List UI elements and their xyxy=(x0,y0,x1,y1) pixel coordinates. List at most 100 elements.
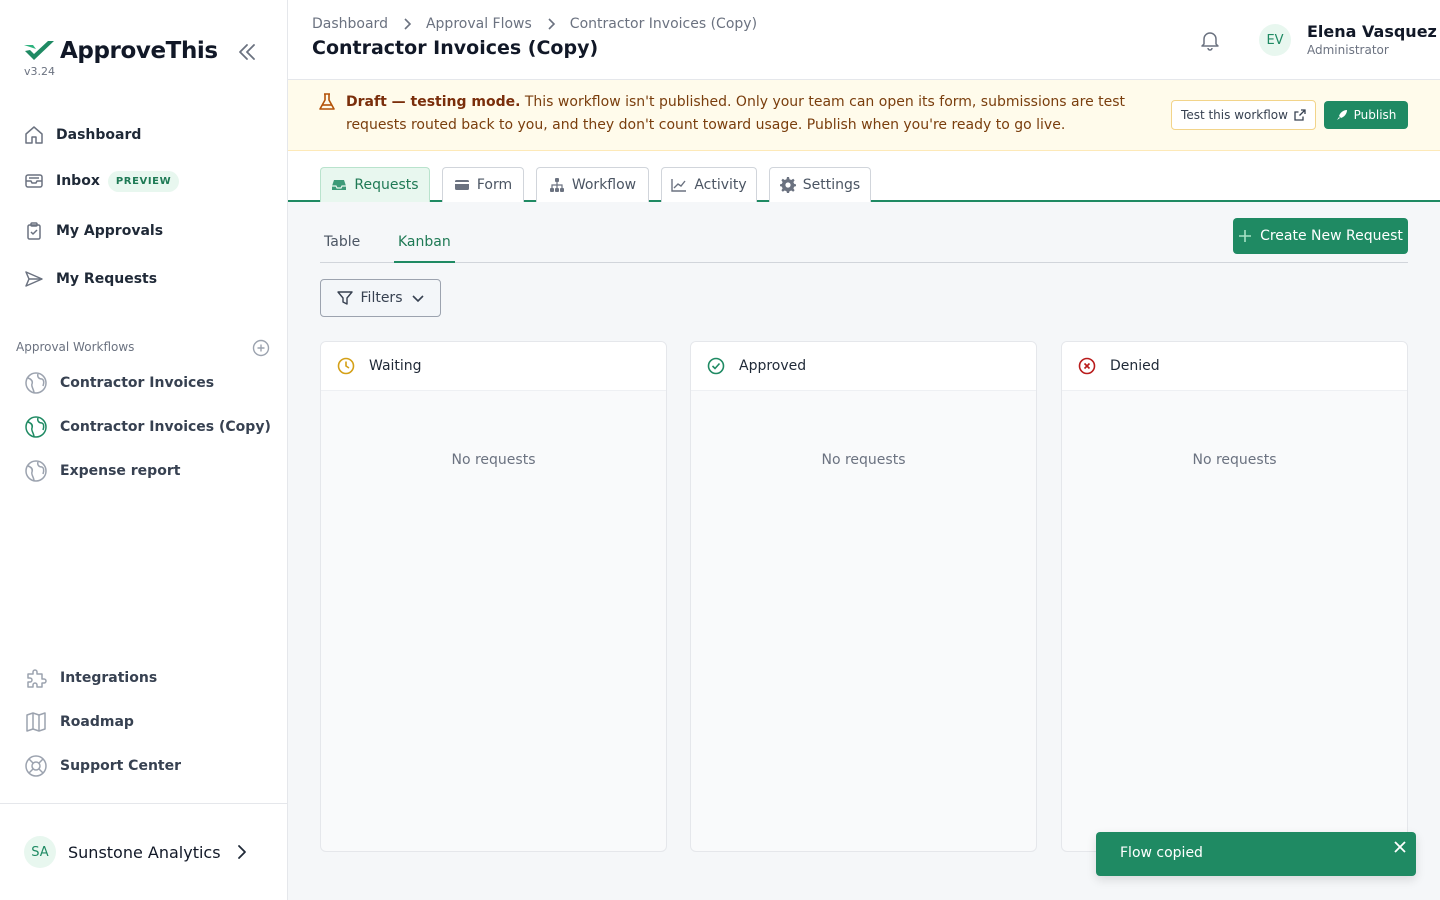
nav-label: My Approvals xyxy=(56,223,164,239)
workflow-item-contractor-invoices[interactable]: Contractor Invoices xyxy=(24,370,214,396)
create-label: Create New Request xyxy=(1260,228,1403,244)
globe-icon xyxy=(25,416,47,438)
nav-label: Integrations xyxy=(60,670,158,686)
column-title: Approved xyxy=(739,358,807,374)
brand-logo[interactable]: ApproveThis xyxy=(24,38,218,64)
external-link-icon xyxy=(1294,109,1306,121)
filters-label: Filters xyxy=(360,290,403,306)
nav-inbox[interactable]: Inbox PREVIEW xyxy=(24,169,180,193)
chevron-right-icon xyxy=(237,845,246,859)
chart-line-icon xyxy=(671,179,687,192)
top-header: Dashboard Approval Flows Contractor Invo… xyxy=(288,0,1440,80)
nav-support-center[interactable]: Support Center xyxy=(24,753,181,779)
empty-state: No requests xyxy=(1192,452,1277,468)
workflows-section-label: Approval Workflows xyxy=(16,340,135,354)
sidebar: ApproveThis v3.24 Dashboard Inbox PREVIE… xyxy=(0,0,288,900)
breadcrumb: Dashboard Approval Flows Contractor Invo… xyxy=(312,16,757,32)
nav-my-requests[interactable]: My Requests xyxy=(24,267,157,291)
breadcrumb-dashboard[interactable]: Dashboard xyxy=(312,16,388,32)
org-name: Sunstone Analytics xyxy=(68,842,221,862)
breadcrumb-approval-flows[interactable]: Approval Flows xyxy=(426,16,532,32)
tab-activity[interactable]: Activity xyxy=(661,167,757,202)
x-circle-icon xyxy=(1078,357,1096,375)
rocket-icon xyxy=(1336,110,1347,120)
map-icon xyxy=(26,712,46,732)
user-name[interactable]: Elena Vasquez xyxy=(1307,22,1437,41)
nav-label: Support Center xyxy=(60,758,182,774)
nav-integrations[interactable]: Integrations xyxy=(24,665,157,691)
test-workflow-label: Test this workflow xyxy=(1181,108,1288,122)
filters-button[interactable]: Filters xyxy=(320,279,441,317)
chevron-right-icon xyxy=(404,18,412,30)
org-avatar: SA xyxy=(24,836,56,868)
globe-icon xyxy=(25,372,47,394)
workflow-label: Contractor Invoices xyxy=(60,375,215,391)
preview-badge: PREVIEW xyxy=(107,170,180,192)
test-workflow-button[interactable]: Test this workflow xyxy=(1171,100,1316,130)
chevron-down-icon xyxy=(412,295,425,303)
send-icon xyxy=(24,269,44,289)
tab-label: Workflow xyxy=(571,177,637,193)
org-switcher[interactable]: SA Sunstone Analytics xyxy=(24,836,249,868)
nav-label: Dashboard xyxy=(56,127,142,143)
create-new-request-button[interactable]: Create New Request xyxy=(1233,218,1408,254)
close-icon[interactable] xyxy=(1394,841,1406,853)
workflow-label: Expense report xyxy=(60,463,181,479)
kanban-column-denied: Denied No requests xyxy=(1061,341,1408,852)
nav-label: My Requests xyxy=(56,271,158,287)
puzzle-icon xyxy=(27,669,47,688)
tab-label: Form xyxy=(476,177,513,193)
view-tab-table[interactable]: Table xyxy=(324,234,360,263)
nav-dashboard[interactable]: Dashboard xyxy=(24,123,141,147)
breadcrumb-current[interactable]: Contractor Invoices (Copy) xyxy=(570,16,757,32)
inbox-tray-icon xyxy=(332,180,347,190)
column-header: Waiting xyxy=(321,342,666,391)
publish-button[interactable]: Publish xyxy=(1324,101,1408,129)
kanban-column-approved: Approved No requests xyxy=(690,341,1037,852)
tab-label: Activity xyxy=(694,177,747,193)
nav-label: Inbox xyxy=(56,173,100,189)
kanban-column-waiting: Waiting No requests xyxy=(320,341,667,852)
tab-requests[interactable]: Requests xyxy=(320,167,430,202)
workflow-label: Contractor Invoices (Copy) xyxy=(60,419,271,435)
user-role: Administrator xyxy=(1307,43,1389,57)
workflow-item-expense-report[interactable]: Expense report xyxy=(24,458,180,484)
double-chevron-left-icon[interactable] xyxy=(236,42,258,62)
tab-label: Settings xyxy=(802,177,861,193)
column-header: Denied xyxy=(1062,342,1407,391)
publish-label: Publish xyxy=(1353,108,1397,122)
sitemap-icon xyxy=(549,178,564,192)
nav-my-approvals[interactable]: My Approvals xyxy=(24,219,163,243)
column-header: Approved xyxy=(691,342,1036,391)
app-version: v3.24 xyxy=(24,65,56,78)
tab-form[interactable]: Form xyxy=(442,167,524,202)
sidebar-divider xyxy=(0,803,287,804)
column-title: Denied xyxy=(1110,358,1160,374)
user-avatar[interactable]: EV xyxy=(1259,24,1291,56)
toast-notification: Flow copied xyxy=(1096,832,1416,876)
draft-mode-title: Draft — testing mode. xyxy=(346,94,521,110)
inbox-icon xyxy=(24,171,44,191)
nav-label: Roadmap xyxy=(60,714,134,730)
add-workflow-icon[interactable] xyxy=(252,339,270,357)
tab-settings[interactable]: Settings xyxy=(769,167,871,202)
tab-label: Requests xyxy=(354,177,419,193)
clock-icon xyxy=(337,357,355,375)
globe-icon xyxy=(25,460,47,482)
lifebuoy-icon xyxy=(25,755,47,777)
chevron-right-icon xyxy=(548,18,555,30)
workflow-tabs: Requests Form Workflow Activity Settings xyxy=(288,151,1440,202)
home-icon xyxy=(24,125,44,145)
nav-roadmap[interactable]: Roadmap xyxy=(24,709,134,735)
clipboard-check-icon xyxy=(24,221,44,241)
tab-workflow[interactable]: Workflow xyxy=(536,167,649,202)
workflow-item-contractor-invoices-copy[interactable]: Contractor Invoices (Copy) xyxy=(24,414,271,440)
flask-icon xyxy=(319,93,335,110)
check-circle-icon xyxy=(707,357,725,375)
view-tab-kanban[interactable]: Kanban xyxy=(394,234,455,263)
plus-icon xyxy=(1239,230,1252,242)
page-title: Contractor Invoices (Copy) xyxy=(312,37,599,59)
empty-state: No requests xyxy=(451,452,536,468)
gear-icon xyxy=(779,177,796,193)
bell-icon[interactable] xyxy=(1199,29,1221,51)
